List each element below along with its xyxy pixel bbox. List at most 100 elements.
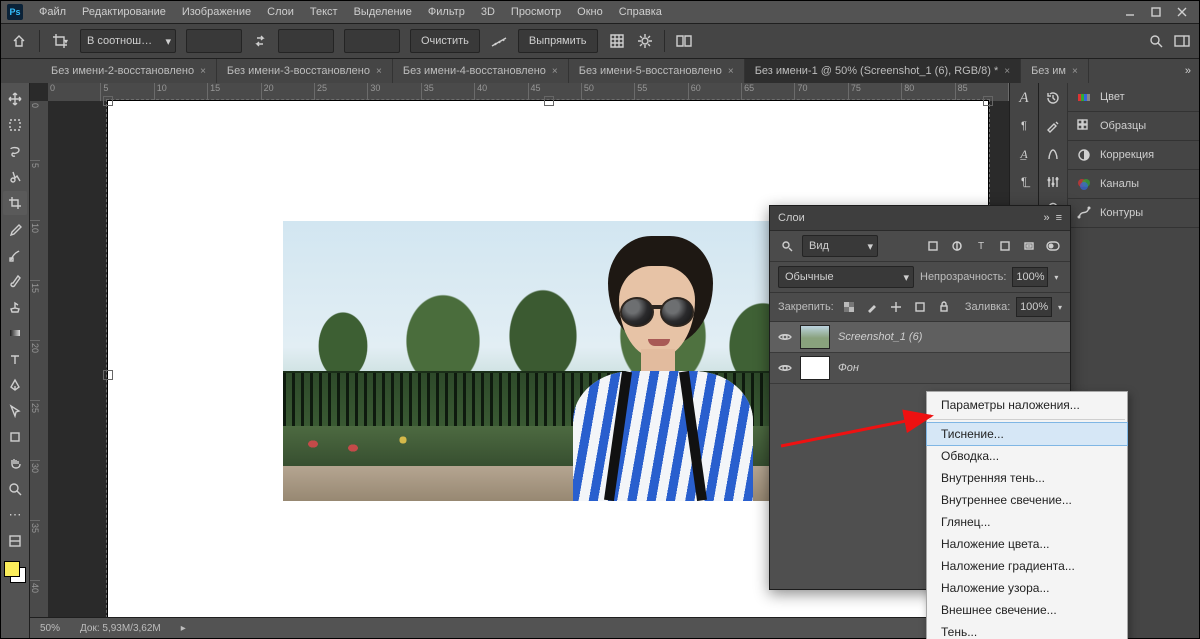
menu-файл[interactable]: Файл bbox=[31, 6, 74, 18]
brush-presets-icon[interactable] bbox=[1044, 145, 1062, 163]
window-close-button[interactable] bbox=[1171, 4, 1193, 20]
context-menu-item[interactable]: Глянец... bbox=[927, 511, 1127, 533]
color-swatches[interactable] bbox=[4, 561, 26, 583]
close-icon[interactable]: × bbox=[200, 66, 206, 77]
search-layers-icon[interactable] bbox=[778, 237, 796, 255]
swap-dimensions-button[interactable] bbox=[252, 35, 268, 47]
context-menu-item[interactable]: Параметры наложения... bbox=[927, 394, 1127, 416]
overlay-grid-icon[interactable] bbox=[608, 32, 626, 50]
lock-position-icon[interactable] bbox=[887, 298, 905, 316]
layer-row[interactable]: Screenshot_1 (6) bbox=[770, 322, 1070, 353]
search-icon[interactable] bbox=[1147, 32, 1165, 50]
visibility-eye-icon[interactable] bbox=[778, 330, 792, 344]
layer-filter-dropdown[interactable]: Вид▾ bbox=[802, 235, 878, 257]
fill-value[interactable]: 100% bbox=[1016, 297, 1052, 317]
document-tab[interactable]: Без имени-5-восстановлено× bbox=[569, 59, 745, 83]
eyedropper-tool[interactable] bbox=[3, 217, 27, 241]
panel-button-образцы[interactable]: Образцы bbox=[1068, 112, 1199, 141]
home-icon[interactable] bbox=[9, 31, 29, 51]
close-icon[interactable]: × bbox=[552, 66, 558, 77]
panel-menu-icon[interactable]: ≡ bbox=[1056, 212, 1062, 224]
crop-tool[interactable] bbox=[3, 191, 27, 215]
tabs-overflow-icon[interactable]: » bbox=[1177, 59, 1199, 83]
glyph-a-icon[interactable]: A bbox=[1015, 89, 1033, 107]
menu-просмотр[interactable]: Просмотр bbox=[503, 6, 569, 18]
crop-height-input[interactable] bbox=[278, 29, 334, 53]
close-icon[interactable]: × bbox=[728, 66, 734, 77]
blend-mode-dropdown[interactable]: Обычные▾ bbox=[778, 266, 914, 288]
context-menu-item[interactable]: Внешнее свечение... bbox=[927, 599, 1127, 621]
document-tab[interactable]: Без имени-1 @ 50% (Screenshot_1 (6), RGB… bbox=[745, 59, 1021, 83]
layer-name[interactable]: Screenshot_1 (6) bbox=[838, 331, 922, 343]
pen-tool[interactable] bbox=[3, 373, 27, 397]
content-aware-icon[interactable] bbox=[675, 32, 693, 50]
crop-resolution-input[interactable] bbox=[344, 29, 400, 53]
healing-brush-tool[interactable] bbox=[3, 243, 27, 267]
filter-toggle-icon[interactable] bbox=[1044, 237, 1062, 255]
gradient-tool[interactable] bbox=[3, 321, 27, 345]
panel-button-контуры[interactable]: Контуры bbox=[1068, 199, 1199, 228]
screen-mode[interactable] bbox=[3, 529, 27, 553]
document-tab[interactable]: Без имени-4-восстановлено× bbox=[393, 59, 569, 83]
zoom-tool[interactable] bbox=[3, 477, 27, 501]
opacity-value[interactable]: 100% bbox=[1012, 267, 1048, 287]
menu-слои[interactable]: Слои bbox=[259, 6, 302, 18]
panel-button-цвет[interactable]: Цвет bbox=[1068, 83, 1199, 112]
context-menu-item[interactable]: Внутреннее свечение... bbox=[927, 489, 1127, 511]
hand-tool[interactable] bbox=[3, 451, 27, 475]
menu-изображение[interactable]: Изображение bbox=[174, 6, 259, 18]
lasso-tool[interactable] bbox=[3, 139, 27, 163]
brush-tool[interactable] bbox=[3, 269, 27, 293]
layer-name[interactable]: Фон bbox=[838, 362, 859, 374]
close-icon[interactable]: × bbox=[1004, 66, 1010, 77]
workspace-switcher-icon[interactable] bbox=[1173, 32, 1191, 50]
straighten-button[interactable]: Выпрямить bbox=[518, 29, 598, 53]
lock-all-icon[interactable] bbox=[935, 298, 953, 316]
filter-smart-icon[interactable] bbox=[1020, 237, 1038, 255]
filter-type-icon[interactable]: T bbox=[972, 237, 990, 255]
paragraph-style-icon[interactable]: ¶̲ bbox=[1015, 173, 1033, 191]
menu-текст[interactable]: Текст bbox=[302, 6, 346, 18]
document-tab[interactable]: Без имени-2-восстановлено× bbox=[41, 59, 217, 83]
filter-adjust-icon[interactable] bbox=[948, 237, 966, 255]
foreground-swatch[interactable] bbox=[4, 561, 20, 577]
quick-select-tool[interactable] bbox=[3, 165, 27, 189]
layer-style-context-menu[interactable]: Параметры наложения... Тиснение...Обводка… bbox=[926, 391, 1128, 639]
panel-collapse-icon[interactable]: » bbox=[1043, 212, 1047, 224]
document-tab[interactable]: Без имени-3-восстановлено× bbox=[217, 59, 393, 83]
filter-pixel-icon[interactable] bbox=[924, 237, 942, 255]
context-menu-item[interactable]: Тиснение... bbox=[927, 423, 1127, 445]
menu-редактирование[interactable]: Редактирование bbox=[74, 6, 174, 18]
doc-info[interactable]: Док: 5,93M/3,62M bbox=[80, 623, 161, 634]
clone-stamp-tool[interactable] bbox=[3, 295, 27, 319]
vertical-ruler[interactable]: 0510152025303540 bbox=[30, 101, 49, 638]
panel-button-каналы[interactable]: Каналы bbox=[1068, 170, 1199, 199]
layer-row[interactable]: Фон bbox=[770, 353, 1070, 384]
window-maximize-button[interactable] bbox=[1145, 4, 1167, 20]
adjustments-icon[interactable] bbox=[1044, 173, 1062, 191]
placed-image[interactable] bbox=[283, 221, 813, 501]
window-minimize-button[interactable] bbox=[1119, 4, 1141, 20]
character-style-icon[interactable]: A̲ bbox=[1015, 145, 1033, 163]
menu-окно[interactable]: Окно bbox=[569, 6, 611, 18]
path-select-tool[interactable] bbox=[3, 399, 27, 423]
menu-3d[interactable]: 3D bbox=[473, 6, 503, 18]
history-icon[interactable] bbox=[1044, 89, 1062, 107]
straighten-icon[interactable] bbox=[490, 32, 508, 50]
zoom-level[interactable]: 50% bbox=[40, 623, 60, 634]
type-tool[interactable] bbox=[3, 347, 27, 371]
layer-thumbnail[interactable] bbox=[800, 356, 830, 380]
lock-paint-icon[interactable] bbox=[864, 298, 882, 316]
clear-button[interactable]: Очистить bbox=[410, 29, 480, 53]
crop-width-input[interactable] bbox=[186, 29, 242, 53]
context-menu-item[interactable]: Наложение узора... bbox=[927, 577, 1127, 599]
close-icon[interactable]: × bbox=[1072, 66, 1078, 77]
context-menu-item[interactable]: Обводка... bbox=[927, 445, 1127, 467]
edit-toolbar[interactable]: ⋯ bbox=[3, 503, 27, 527]
lock-artboard-icon[interactable] bbox=[911, 298, 929, 316]
horizontal-ruler[interactable]: 0510152025303540455055606570758085 bbox=[48, 83, 1009, 102]
crop-settings-icon[interactable] bbox=[636, 32, 654, 50]
move-tool[interactable] bbox=[3, 87, 27, 111]
shape-tool[interactable] bbox=[3, 425, 27, 449]
menu-фильтр[interactable]: Фильтр bbox=[420, 6, 473, 18]
